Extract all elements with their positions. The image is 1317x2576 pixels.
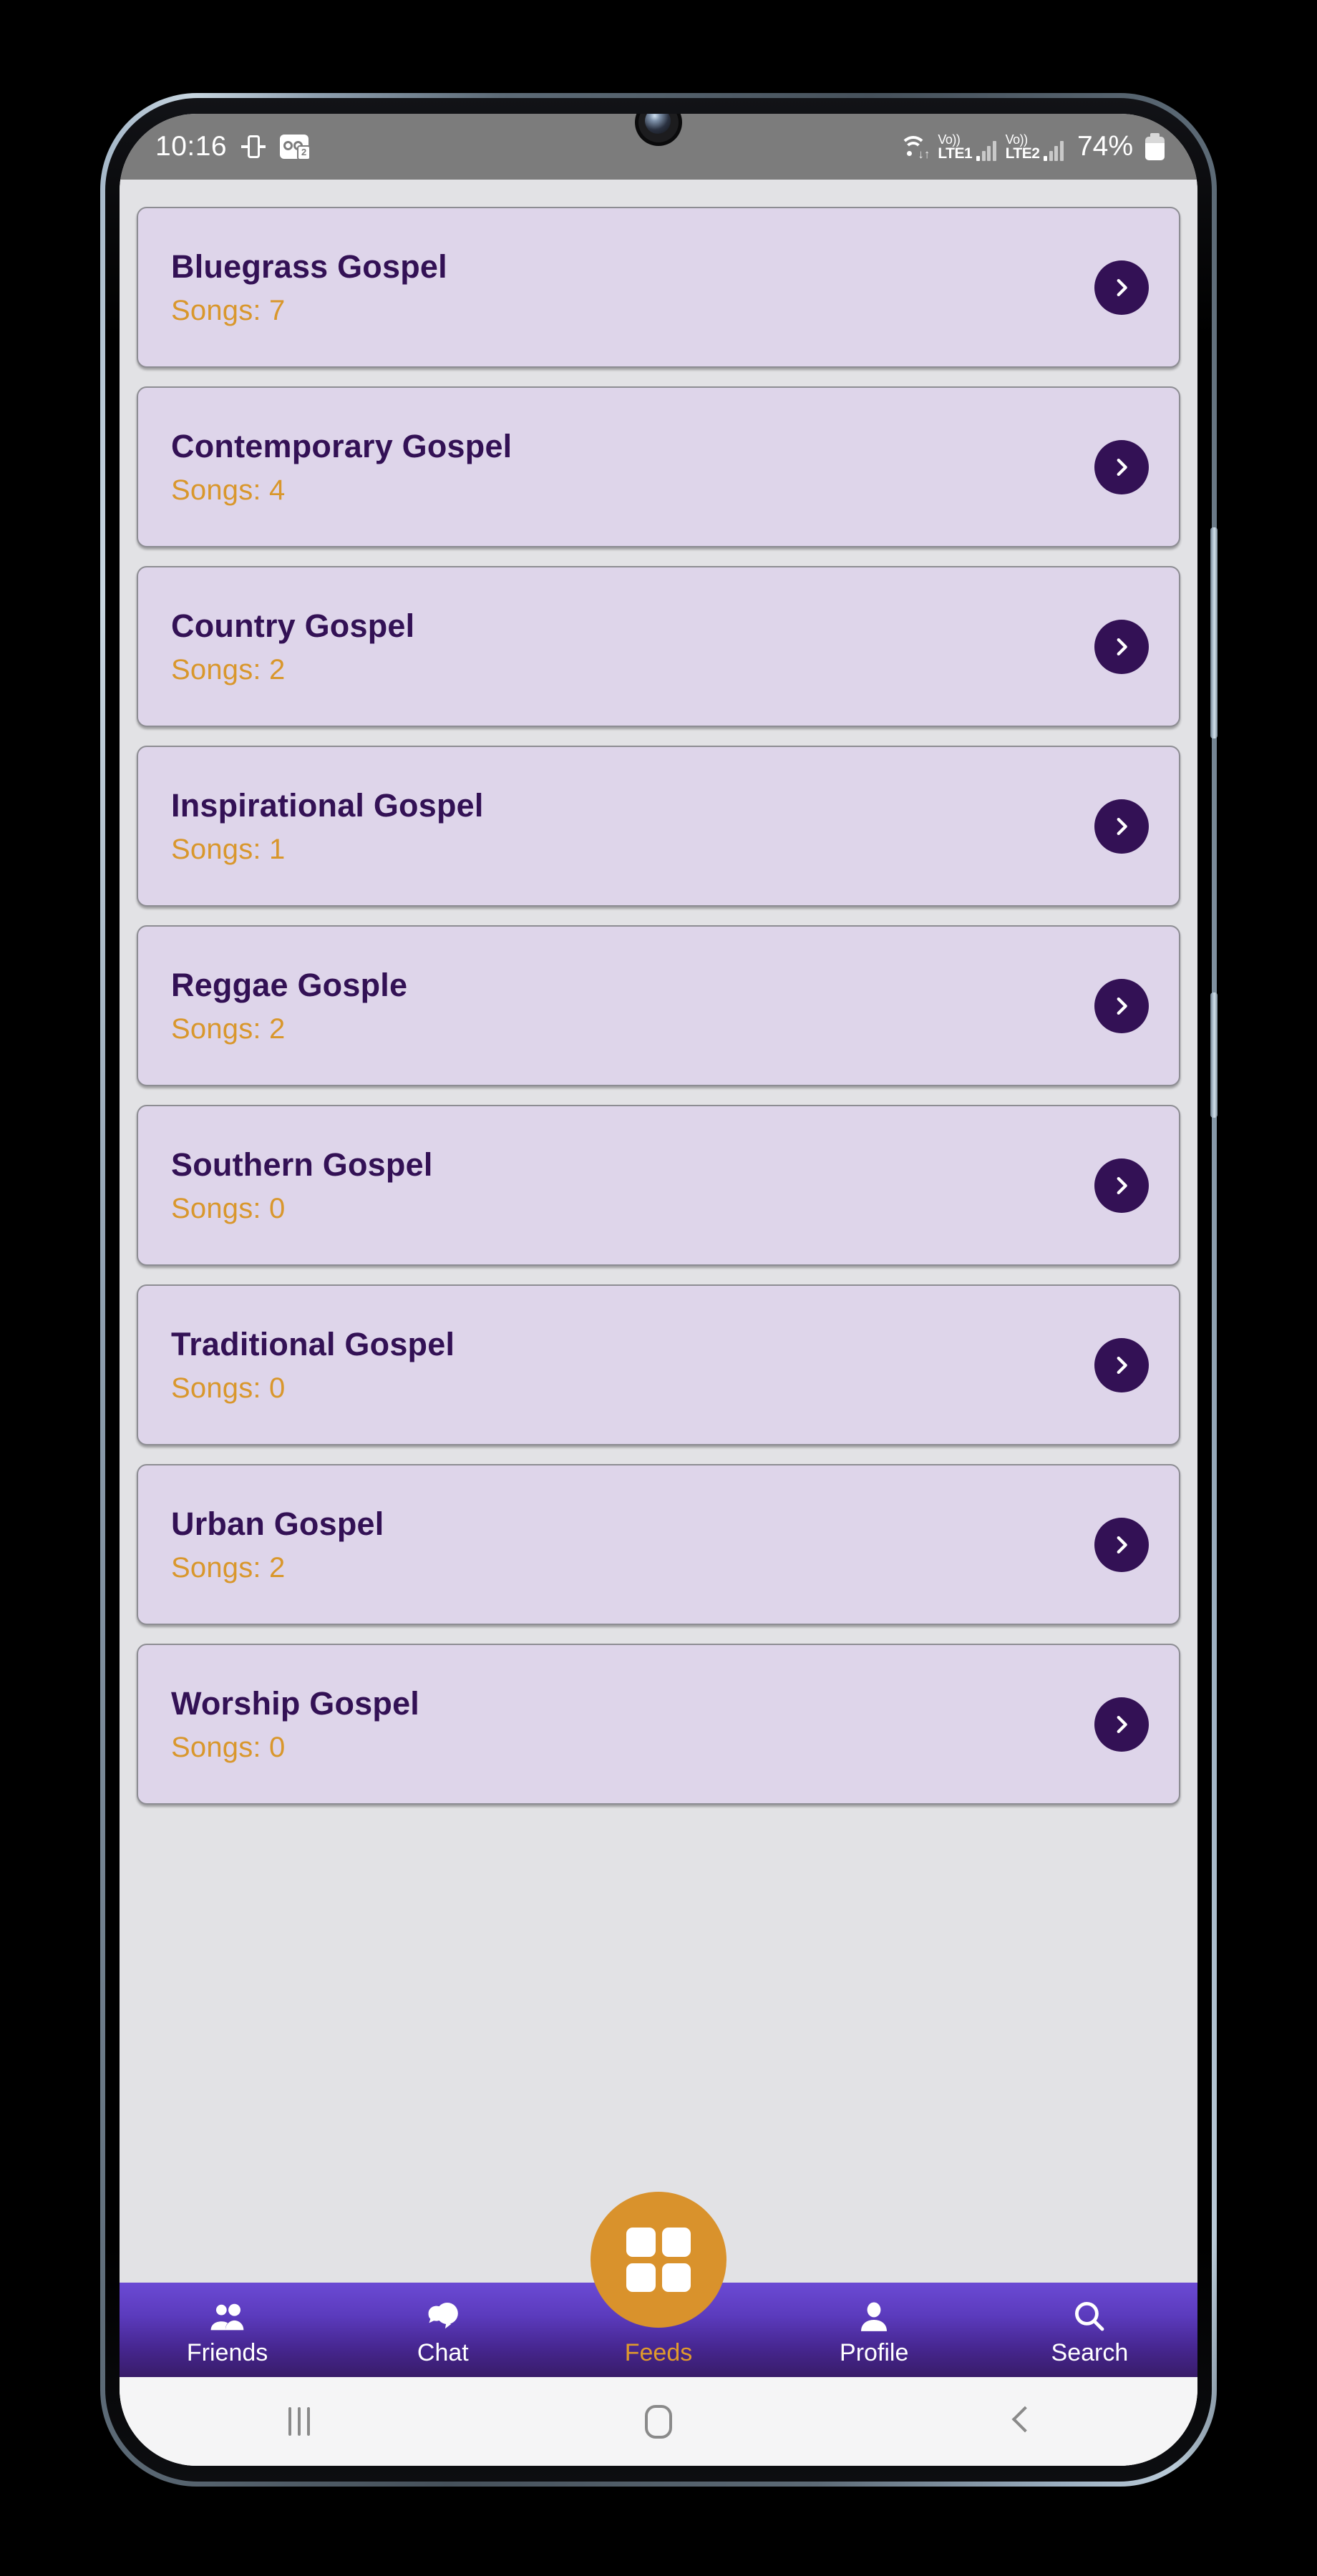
list-item-text: Traditional Gospel Songs: 0 <box>171 1326 1094 1405</box>
nav-label-friends: Friends <box>186 2339 268 2366</box>
nav-label-profile: Profile <box>840 2339 909 2366</box>
list-item-title: Urban Gospel <box>171 1505 384 1542</box>
chat-bubbles-icon <box>425 2301 461 2333</box>
home-button[interactable] <box>479 2404 838 2439</box>
chevron-right-icon[interactable] <box>1094 439 1149 494</box>
wifi-icon: ↓↑ <box>898 135 930 161</box>
list-item[interactable]: Contemporary Gospel Songs: 4 <box>137 386 1180 547</box>
list-item-title: Bluegrass Gospel <box>171 248 447 285</box>
list-item-text: Country Gospel Songs: 2 <box>171 608 1094 686</box>
nav-item-chat[interactable]: Chat <box>335 2301 550 2377</box>
sim2-volte-label: Vo)) LTE2 <box>1005 132 1040 162</box>
phone-device-frame: 10:16 2 ↓↑ Vo)) LTE1 Vo)) LTE2 74% Blueg… <box>100 93 1218 2487</box>
chevron-right-icon[interactable] <box>1094 619 1149 674</box>
recents-button[interactable] <box>120 2407 479 2436</box>
list-item-text: Bluegrass Gospel Songs: 7 <box>171 248 1094 327</box>
list-item[interactable]: Bluegrass Gospel Songs: 7 <box>137 207 1180 368</box>
sim1-signal: Vo)) LTE1 <box>938 133 996 161</box>
list-item-title: Worship Gospel <box>171 1684 420 1722</box>
list-item-title: Country Gospel <box>171 607 415 644</box>
nav-item-friends[interactable]: Friends <box>120 2301 335 2377</box>
chevron-right-icon[interactable] <box>1094 1337 1149 1392</box>
list-item-text: Inspirational Gospel Songs: 1 <box>171 787 1094 866</box>
list-item-title: Traditional Gospel <box>171 1325 455 1362</box>
volume-button[interactable] <box>1210 527 1218 738</box>
android-system-nav[interactable] <box>120 2377 1197 2466</box>
sim1-volte-label: Vo)) LTE1 <box>938 132 973 162</box>
voicemail-badge: 2 <box>297 145 311 160</box>
list-item-title: Southern Gospel <box>171 1146 433 1183</box>
list-item-text: Urban Gospel Songs: 2 <box>171 1506 1094 1584</box>
phone-bezel: 10:16 2 ↓↑ Vo)) LTE1 Vo)) LTE2 74% Blueg… <box>105 98 1218 2482</box>
recents-icon <box>288 2407 310 2436</box>
status-bar-left: 10:16 2 <box>155 131 311 162</box>
people-icon <box>209 2301 246 2333</box>
list-item[interactable]: Inspirational Gospel Songs: 1 <box>137 746 1180 907</box>
chevron-right-icon[interactable] <box>1094 260 1149 315</box>
back-icon <box>1010 2408 1026 2435</box>
list-item-song-count: Songs: 0 <box>171 1192 286 1224</box>
list-item-text: Contemporary Gospel Songs: 4 <box>171 428 1094 507</box>
search-icon <box>1072 2301 1107 2333</box>
screen-rotation-icon <box>241 134 266 160</box>
list-item-title: Inspirational Gospel <box>171 786 484 824</box>
back-button[interactable] <box>838 2408 1197 2435</box>
nav-label-chat: Chat <box>417 2339 469 2366</box>
list-item-song-count: Songs: 2 <box>171 1013 286 1045</box>
list-item-song-count: Songs: 1 <box>171 833 286 865</box>
feeds-fab-button[interactable] <box>591 2192 726 2328</box>
nav-item-search[interactable]: Search <box>982 2301 1197 2377</box>
list-item-title: Contemporary Gospel <box>171 427 512 464</box>
person-icon <box>858 2301 890 2333</box>
chevron-right-icon[interactable] <box>1094 1697 1149 1752</box>
list-item-song-count: Songs: 2 <box>171 653 286 686</box>
list-item[interactable]: Southern Gospel Songs: 0 <box>137 1105 1180 1266</box>
chevron-right-icon[interactable] <box>1094 1517 1149 1572</box>
nav-label-feeds: Feeds <box>624 2339 693 2366</box>
list-item-text: Reggae Gosple Songs: 2 <box>171 967 1094 1045</box>
phone-screen: 10:16 2 ↓↑ Vo)) LTE1 Vo)) LTE2 74% Blueg… <box>120 114 1197 2466</box>
power-button[interactable] <box>1210 992 1218 1118</box>
sim2-signal: Vo)) LTE2 <box>1006 133 1064 161</box>
list-item-song-count: Songs: 0 <box>171 1372 286 1404</box>
home-icon <box>645 2404 672 2439</box>
chevron-right-icon[interactable] <box>1094 799 1149 854</box>
list-item-song-count: Songs: 2 <box>171 1551 286 1584</box>
list-item[interactable]: Reggae Gosple Songs: 2 <box>137 925 1180 1086</box>
chevron-right-icon[interactable] <box>1094 978 1149 1033</box>
list-item-title: Reggae Gosple <box>171 966 408 1003</box>
list-item-text: Southern Gospel Songs: 0 <box>171 1146 1094 1225</box>
sim2-bars-icon <box>1044 140 1064 161</box>
list-item[interactable]: Country Gospel Songs: 2 <box>137 566 1180 727</box>
status-clock: 10:16 <box>155 131 228 162</box>
list-item-song-count: Songs: 0 <box>171 1731 286 1763</box>
list-item-song-count: Songs: 4 <box>171 474 286 506</box>
genre-list[interactable]: Bluegrass Gospel Songs: 7 Contemporary G… <box>120 180 1197 2466</box>
grid-squares-icon <box>626 2228 691 2292</box>
list-item[interactable]: Traditional Gospel Songs: 0 <box>137 1284 1180 1445</box>
chevron-right-icon[interactable] <box>1094 1158 1149 1213</box>
battery-icon <box>1145 133 1165 160</box>
status-bar-right: ↓↑ Vo)) LTE1 Vo)) LTE2 74% <box>898 131 1165 162</box>
list-item-text: Worship Gospel Songs: 0 <box>171 1685 1094 1764</box>
list-item[interactable]: Urban Gospel Songs: 2 <box>137 1464 1180 1625</box>
voicemail-icon: 2 <box>280 135 311 160</box>
sim1-bars-icon <box>976 140 996 161</box>
list-item-song-count: Songs: 7 <box>171 294 286 326</box>
list-item[interactable]: Worship Gospel Songs: 0 <box>137 1644 1180 1805</box>
wifi-transfer-icon: ↓↑ <box>918 147 930 161</box>
nav-item-profile[interactable]: Profile <box>767 2301 982 2377</box>
battery-percent-label: 74% <box>1077 131 1133 162</box>
nav-label-search: Search <box>1051 2339 1129 2366</box>
